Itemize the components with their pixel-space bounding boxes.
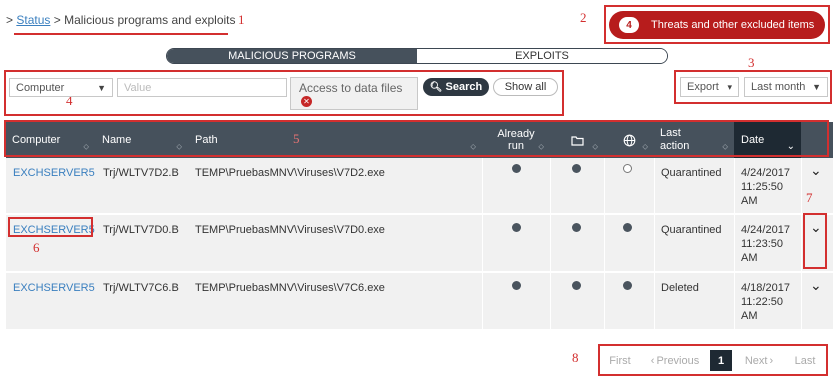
filter-tag-box: Access to data files ✕ bbox=[290, 77, 418, 110]
already-run-dot bbox=[512, 164, 521, 173]
annotation-underline-1 bbox=[14, 33, 228, 35]
computer-link[interactable]: EXCHSERVER5 bbox=[13, 158, 95, 213]
threat-name: Trj/WLTV7D0.B bbox=[103, 224, 179, 236]
detection-date: 4/24/2017 11:23:50 AM bbox=[741, 224, 790, 264]
already-run-dot bbox=[512, 223, 521, 232]
already-run-dot bbox=[512, 281, 521, 290]
threats-count-badge: 4 bbox=[619, 17, 639, 33]
annotation-box-6 bbox=[8, 217, 93, 237]
tab-exploits[interactable]: EXPLOITS bbox=[417, 49, 667, 63]
threat-path: TEMP\PruebasMNV\Viruses\V7C6.exe bbox=[195, 282, 385, 294]
annotation-7: 7 bbox=[806, 190, 813, 205]
expand-row-icon[interactable]: ⌄ bbox=[810, 162, 822, 179]
computer-link[interactable]: EXCHSERVER5 bbox=[13, 273, 95, 329]
chevron-down-icon: ▼ bbox=[97, 82, 106, 93]
network-access-dot bbox=[623, 223, 632, 232]
expand-row-icon[interactable]: ⌄ bbox=[810, 277, 822, 294]
threats-excluded-button[interactable]: 4 Threats and other excluded items bbox=[609, 11, 825, 39]
filter-field-value: Computer bbox=[16, 81, 65, 94]
table-row[interactable]: EXCHSERVER5 Trj/WLTV7D2.B TEMP\PruebasMN… bbox=[6, 158, 833, 214]
chevron-right-icon: › bbox=[769, 354, 774, 367]
file-access-dot bbox=[572, 281, 581, 290]
chevron-down-icon: ▼ bbox=[812, 82, 821, 92]
annotation-2: 2 bbox=[580, 10, 587, 25]
tab-malicious-programs[interactable]: MALICIOUS PROGRAMS bbox=[167, 49, 417, 63]
search-button[interactable]: 🔍︎ Search bbox=[423, 78, 489, 96]
remove-tag-icon[interactable]: ✕ bbox=[301, 96, 312, 107]
annotation-box-5 bbox=[4, 120, 829, 157]
last-action: Quarantined bbox=[661, 167, 722, 179]
filter-value-input[interactable] bbox=[117, 78, 287, 97]
view-tabs: MALICIOUS PROGRAMS EXPLOITS bbox=[166, 48, 668, 64]
pagination-next[interactable]: Next › bbox=[738, 350, 780, 371]
filter-tag-label: Access to data files bbox=[299, 81, 403, 95]
pagination-first[interactable]: First bbox=[604, 350, 636, 371]
pagination-previous[interactable]: ‹ Previous bbox=[644, 350, 706, 371]
table-row[interactable]: EXCHSERVER5 Trj/WLTV7D0.B TEMP\PruebasMN… bbox=[6, 215, 833, 272]
table-row[interactable]: EXCHSERVER5 Trj/WLTV7C6.B TEMP\PruebasMN… bbox=[6, 273, 833, 330]
pagination-current-page[interactable]: 1 bbox=[710, 350, 732, 371]
export-select[interactable]: Export ▾ bbox=[680, 77, 739, 97]
period-label: Last month bbox=[751, 81, 806, 93]
breadcrumb: > Status > Malicious programs and exploi… bbox=[6, 13, 236, 27]
breadcrumb-separator: > bbox=[53, 13, 61, 27]
file-access-dot bbox=[572, 164, 581, 173]
annotation-3: 3 bbox=[748, 55, 755, 70]
period-select[interactable]: Last month ▼ bbox=[744, 77, 828, 97]
annotation-8: 8 bbox=[572, 350, 579, 365]
annotation-box-7 bbox=[803, 213, 827, 269]
file-access-dot bbox=[572, 223, 581, 232]
annotation-6: 6 bbox=[33, 240, 40, 255]
pagination-previous-label: Previous bbox=[656, 354, 700, 367]
detection-date: 4/24/2017 11:25:50 AM bbox=[741, 167, 790, 207]
pagination-last[interactable]: Last bbox=[788, 350, 822, 371]
threat-path: TEMP\PruebasMNV\Viruses\V7D0.exe bbox=[195, 224, 385, 236]
annotation-5: 5 bbox=[293, 131, 300, 146]
network-access-dot bbox=[623, 281, 632, 290]
threat-path: TEMP\PruebasMNV\Viruses\V7D2.exe bbox=[195, 167, 385, 179]
last-action: Quarantined bbox=[661, 224, 722, 236]
show-all-button[interactable]: Show all bbox=[493, 78, 558, 96]
chevron-left-icon: ‹ bbox=[650, 354, 655, 367]
last-action: Deleted bbox=[661, 282, 699, 294]
chevron-down-icon: ▾ bbox=[727, 81, 732, 92]
network-access-dot bbox=[623, 164, 632, 173]
threats-button-label: Threats and other excluded items bbox=[651, 19, 815, 31]
pagination-next-label: Next bbox=[744, 354, 768, 367]
breadcrumb-prefix: > bbox=[6, 13, 14, 27]
filter-field-select[interactable]: Computer ▼ bbox=[9, 78, 113, 97]
threat-name: Trj/WLTV7D2.B bbox=[103, 167, 179, 179]
detection-date: 4/18/2017 11:22:50 AM bbox=[741, 282, 790, 322]
export-label: Export bbox=[687, 81, 719, 93]
breadcrumb-status-link[interactable]: Status bbox=[16, 13, 50, 27]
threat-name: Trj/WLTV7C6.B bbox=[103, 282, 179, 294]
search-icon: 🔍︎ bbox=[429, 81, 443, 93]
search-button-label: Search bbox=[445, 81, 483, 93]
annotation-1: 1 bbox=[238, 12, 245, 27]
breadcrumb-current: Malicious programs and exploits bbox=[64, 13, 236, 27]
